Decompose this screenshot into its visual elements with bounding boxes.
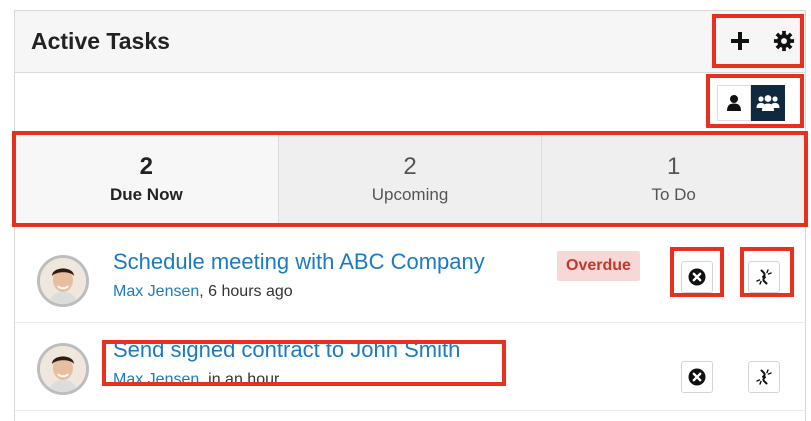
tab-upcoming[interactable]: 2 Upcoming <box>278 133 543 224</box>
tab-label: Upcoming <box>371 184 449 204</box>
task-row: Schedule meeting with ABC Company Max Je… <box>15 235 805 323</box>
tab-to-do[interactable]: 1 To Do <box>542 133 806 224</box>
close-circle-icon <box>688 268 706 286</box>
unlink-task-button[interactable] <box>748 261 780 293</box>
status-badge: Overdue <box>557 251 640 281</box>
assignee-link[interactable]: Max Jensen <box>113 371 199 388</box>
plus-icon[interactable] <box>726 27 754 55</box>
dashlet-header: Active Tasks <box>15 10 805 73</box>
tab-count: 1 <box>667 152 681 180</box>
tab-due-now[interactable]: 2 Due Now <box>15 133 279 224</box>
close-circle-icon <box>688 368 706 386</box>
active-tasks-dashlet: Active Tasks 2 Due Now 2 Upcoming 1 To D… <box>14 10 806 421</box>
task-meta: Max Jensen, 6 hours ago <box>113 283 293 301</box>
task-title-link[interactable]: Schedule meeting with ABC Company <box>113 249 485 275</box>
unlink-icon <box>756 269 772 285</box>
avatar <box>37 343 89 395</box>
close-task-button[interactable] <box>681 261 713 293</box>
task-row: Send signed contract to John Smith Max J… <box>15 323 805 411</box>
task-meta: Max Jensen, in an hour <box>113 371 279 389</box>
visibility-toggle-row <box>15 73 805 133</box>
close-task-button[interactable] <box>681 361 713 393</box>
tab-count: 2 <box>403 152 417 180</box>
assignee-link[interactable]: Max Jensen <box>113 283 199 300</box>
unlink-task-button[interactable] <box>748 361 780 393</box>
task-title-link[interactable]: Send signed contract to John Smith <box>113 337 460 363</box>
users-icon <box>756 95 780 111</box>
gear-icon[interactable] <box>770 27 798 55</box>
tab-count: 2 <box>139 152 154 180</box>
tab-label: To Do <box>651 184 696 204</box>
tab-label: Due Now <box>109 184 183 204</box>
avatar <box>37 255 89 307</box>
task-due-time: , 6 hours ago <box>199 283 293 300</box>
task-due-time: , in an hour <box>199 371 280 388</box>
task-tabs: 2 Due Now 2 Upcoming 1 To Do <box>15 133 806 225</box>
my-tasks-toggle[interactable] <box>717 85 751 121</box>
user-icon <box>727 95 741 111</box>
dashlet-title: Active Tasks <box>31 28 170 54</box>
team-tasks-toggle[interactable] <box>751 85 785 121</box>
unlink-icon <box>756 369 772 385</box>
